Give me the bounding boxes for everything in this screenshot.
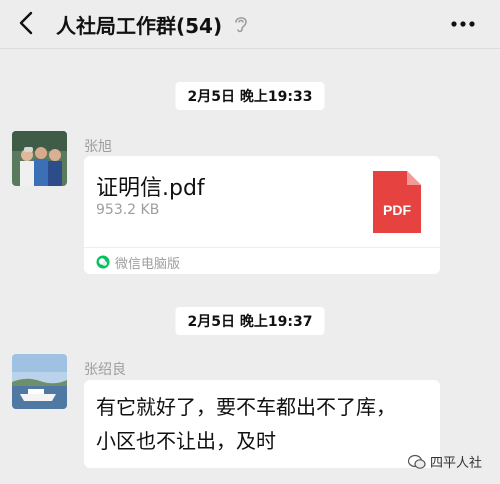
file-source: 微信电脑版 (96, 253, 181, 272)
file-source-label: 微信电脑版 (115, 256, 181, 272)
text-message-bubble[interactable]: 有它就好了，要不车都出不了库， 小区也不让出，及时 (84, 380, 440, 468)
chat-title-area[interactable]: 人社局工作群(54) (56, 8, 250, 40)
card-divider (84, 247, 440, 248)
message-text-line: 有它就好了，要不车都出不了库， (96, 395, 396, 419)
file-message-card[interactable]: 证明信.pdf 953.2 KB PDF 微信电脑版 (84, 156, 440, 274)
chevron-left-icon[interactable] (14, 10, 40, 36)
file-name: 证明信.pdf (96, 176, 205, 201)
more-dots-icon[interactable] (450, 14, 476, 34)
chat-header: 人社局工作群(54) (0, 0, 500, 49)
wechat-pc-icon (96, 255, 110, 269)
watermark: 四平人社 (407, 452, 482, 471)
pdf-file-icon: PDF (373, 171, 421, 233)
avatar[interactable] (12, 131, 67, 186)
pdf-type-label: PDF (383, 202, 411, 218)
file-size: 953.2 KB (96, 202, 160, 218)
wechat-logo-icon (407, 454, 426, 469)
message-timestamp: 2月5日 晚上19:37 (175, 307, 325, 335)
sender-name: 张绍良 (84, 362, 126, 378)
ear-mute-icon (235, 17, 247, 33)
message-timestamp: 2月5日 晚上19:33 (175, 82, 325, 110)
chat-title: 人社局工作群(54) (56, 13, 223, 38)
message-text-line: 小区也不让出，及时 (96, 429, 276, 453)
sender-name: 张旭 (84, 139, 112, 155)
avatar[interactable] (12, 354, 67, 409)
watermark-label: 四平人社 (429, 456, 482, 471)
